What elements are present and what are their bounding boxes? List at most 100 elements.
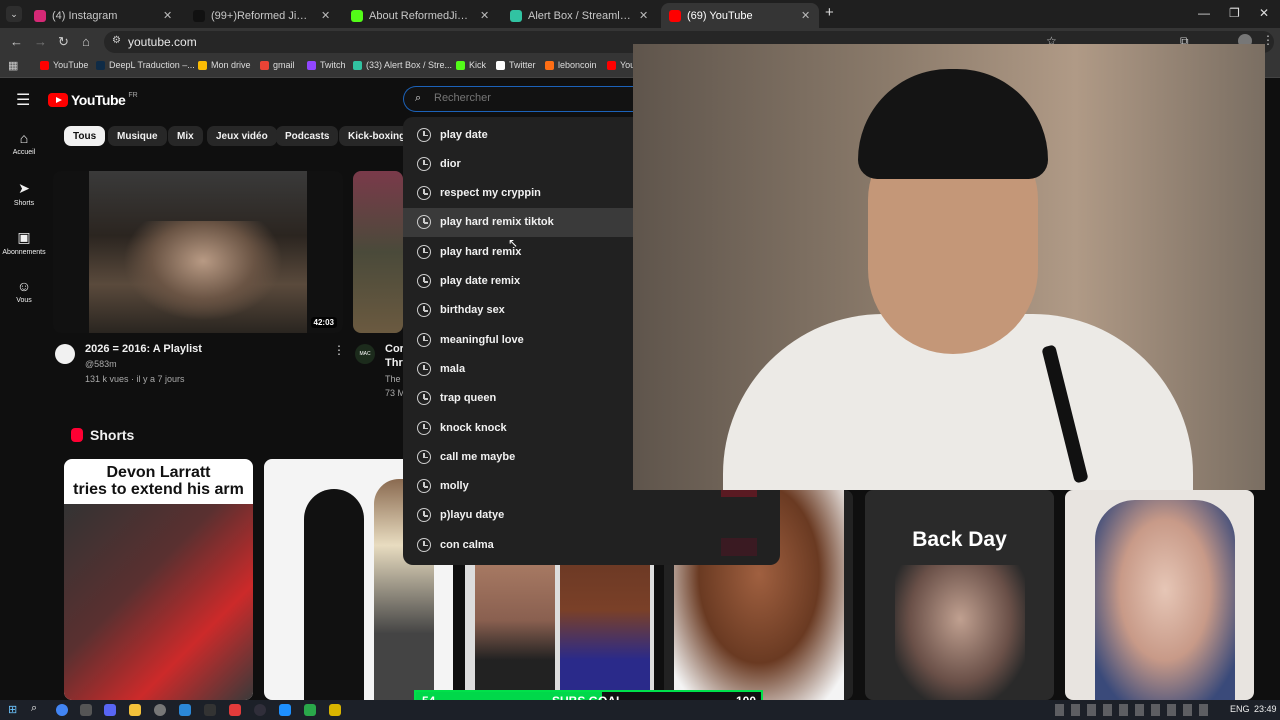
- hamburger-menu-icon[interactable]: ☰: [16, 90, 30, 110]
- forward-icon[interactable]: →: [34, 34, 47, 49]
- suggestion-text: play hard remix tiktok: [440, 216, 554, 229]
- sidebar-item[interactable]: ▣ Abonnements: [0, 229, 48, 256]
- capcut-icon[interactable]: [204, 704, 216, 716]
- reload-icon[interactable]: ↻: [58, 34, 69, 50]
- history-icon: [417, 186, 431, 201]
- bookmark-item[interactable]: Twitter: [496, 60, 536, 70]
- search-box[interactable]: ⌕: [403, 86, 643, 112]
- bookmark-item[interactable]: Mon drive: [198, 60, 251, 70]
- bookmark-label: (33) Alert Box / Stre...: [366, 60, 453, 70]
- home-icon[interactable]: ⌂: [82, 34, 90, 49]
- video-title[interactable]: Cor: [385, 343, 404, 355]
- filter-chip[interactable]: Musique: [108, 126, 167, 146]
- more-options-icon[interactable]: ⋮: [333, 343, 345, 357]
- bookmark-item[interactable]: YouTube: [40, 60, 88, 70]
- close-tab-icon[interactable]: ✕: [480, 9, 490, 22]
- filter-chip[interactable]: Podcasts: [276, 126, 339, 146]
- channel-avatar[interactable]: MAC: [355, 344, 375, 364]
- bookmark-item[interactable]: gmail: [260, 60, 295, 70]
- short-image: [64, 504, 253, 700]
- tab-label: About ReformedJim - Watch Li: [369, 9, 474, 22]
- search-suggestion[interactable]: p)layu datye: [403, 501, 780, 530]
- bookmark-label: DeepL Traduction –...: [109, 60, 195, 70]
- file-explorer-icon[interactable]: [129, 704, 141, 716]
- close-window-button[interactable]: ✕: [1259, 6, 1269, 20]
- history-icon: [417, 537, 431, 552]
- sidebar-item[interactable]: ☺ Vous: [0, 278, 48, 304]
- bookmark-item[interactable]: You: [607, 60, 635, 70]
- youtube-logo[interactable]: YouTube FR: [48, 92, 138, 108]
- suggestion-text: molly: [440, 480, 469, 493]
- system-tray-icons[interactable]: [1055, 704, 1215, 716]
- app-icon[interactable]: [154, 704, 166, 716]
- app-icon[interactable]: [329, 704, 341, 716]
- video-channel[interactable]: @583m: [85, 359, 117, 369]
- suggestion-text: play date remix: [440, 275, 521, 287]
- history-icon: [417, 420, 431, 435]
- video-channel[interactable]: The: [385, 374, 401, 384]
- close-tab-icon[interactable]: ✕: [163, 9, 173, 22]
- video-title[interactable]: 2026 = 2016: A Playlist: [85, 343, 202, 355]
- short-video[interactable]: Devon Larratt tries to extend his arm: [64, 459, 253, 700]
- bookmark-label: Kick: [469, 60, 487, 70]
- history-icon: [417, 156, 431, 171]
- browser-tab[interactable]: About ReformedJim - Watch Li ✕: [343, 3, 498, 28]
- bookmark-favicon-icon: [260, 60, 269, 70]
- search-icon[interactable]: ⌕: [31, 702, 37, 715]
- video-thumbnail[interactable]: 42:03: [53, 171, 343, 333]
- bookmark-item[interactable]: Twitch: [307, 60, 346, 70]
- browser-tab[interactable]: Alert Box / Streamlabs ✕: [502, 3, 657, 28]
- browser-tab[interactable]: (4) Instagram ✕: [26, 3, 181, 28]
- history-icon: [417, 215, 431, 230]
- tab-label: (99+)Reformed Jim 🟩 (@reform: [211, 10, 315, 22]
- url-text: youtube.com: [128, 35, 197, 49]
- language-indicator[interactable]: ENG: [1230, 704, 1250, 714]
- close-tab-icon[interactable]: ✕: [639, 9, 649, 22]
- bookmark-item[interactable]: DeepL Traduction –...: [96, 60, 195, 70]
- shorts-icon: ➤: [18, 180, 30, 196]
- suggestion-text: meaningful love: [440, 333, 524, 346]
- app-icon[interactable]: [179, 704, 191, 716]
- new-tab-button[interactable]: +: [825, 4, 834, 21]
- video-thumbnail[interactable]: [353, 171, 403, 333]
- bookmark-label: Mon drive: [211, 60, 251, 70]
- bookmark-item[interactable]: (33) Alert Box / Stre...: [353, 60, 452, 70]
- search-input[interactable]: [434, 92, 634, 104]
- app-icon[interactable]: [279, 704, 291, 716]
- short-video[interactable]: Back Day: [865, 490, 1054, 700]
- browser-tab[interactable]: (99+)Reformed Jim 🟩 (@reform ✕: [185, 3, 339, 28]
- tab-favicon-icon: [669, 9, 681, 22]
- short-video[interactable]: [1065, 490, 1254, 700]
- chrome-icon[interactable]: [56, 704, 68, 716]
- task-view-icon[interactable]: [80, 704, 92, 716]
- browser-tab[interactable]: (69) YouTube ✕: [661, 3, 819, 28]
- app-icon[interactable]: [229, 704, 241, 716]
- back-icon[interactable]: ←: [10, 34, 23, 49]
- minimize-button[interactable]: —: [1198, 6, 1210, 20]
- filter-chip[interactable]: Tous: [64, 126, 106, 146]
- filter-chip[interactable]: Mix: [168, 126, 203, 146]
- video-meta: 73 M: [385, 388, 406, 398]
- windows-start-icon[interactable]: ⊞: [8, 703, 17, 716]
- bookmark-label: Twitch: [320, 60, 346, 70]
- sidebar-item-label: Shorts: [13, 200, 35, 207]
- restore-button[interactable]: ❐: [1229, 6, 1240, 20]
- suggestion-thumbnail[interactable]: [721, 538, 757, 556]
- bookmark-item[interactable]: leboncoin: [545, 60, 597, 70]
- discord-icon[interactable]: [104, 704, 116, 716]
- obs-icon[interactable]: [254, 704, 266, 716]
- tab-list-dropdown[interactable]: ⌄: [6, 6, 22, 22]
- close-tab-icon[interactable]: ✕: [321, 9, 331, 22]
- clock[interactable]: 23:49: [1254, 704, 1277, 714]
- filter-chip[interactable]: Jeux vidéo: [207, 126, 277, 146]
- sidebar-item[interactable]: ⌂ Accueil: [0, 130, 48, 156]
- channel-avatar[interactable]: [55, 344, 75, 364]
- site-info-icon[interactable]: ⚙: [112, 35, 121, 46]
- video-title-line2[interactable]: Thr: [385, 357, 403, 369]
- apps-icon[interactable]: ▦: [8, 59, 18, 72]
- app-icon[interactable]: [304, 704, 316, 716]
- bookmark-item[interactable]: Kick: [456, 60, 486, 70]
- webcam-overlay: [633, 44, 1265, 490]
- sidebar-item[interactable]: ➤ Shorts: [0, 180, 48, 207]
- close-tab-icon[interactable]: ✕: [801, 9, 811, 22]
